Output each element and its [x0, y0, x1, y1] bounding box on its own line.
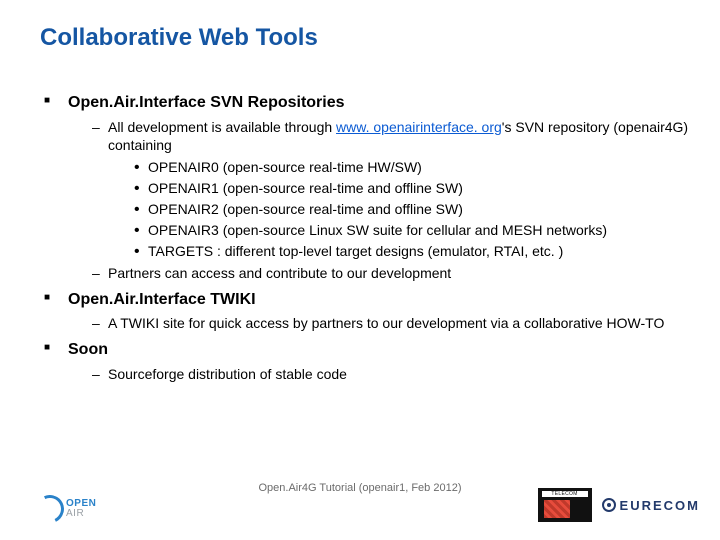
- text-prefix: All development is available through: [108, 119, 336, 135]
- openairinterface-link[interactable]: www. openairinterface. org: [336, 119, 502, 135]
- list-item: All development is available through www…: [92, 118, 692, 156]
- list-item: A TWIKI site for quick access by partner…: [92, 314, 692, 333]
- section-heading-twiki: Open.Air.Interface TWIKI: [40, 289, 692, 311]
- list-item: TARGETS : different top-level target des…: [134, 242, 692, 261]
- openair-logo: OPEN AIR: [36, 494, 118, 524]
- telecom-logo: TELECOM: [538, 488, 592, 522]
- list-item: OPENAIR3 (open-source Linux SW suite for…: [134, 221, 692, 240]
- list-item: Partners can access and contribute to ou…: [92, 264, 692, 283]
- footer-logos-right: TELECOM EURECOM: [538, 488, 700, 522]
- telecom-stripes-icon: [544, 500, 570, 518]
- eurecom-dot-icon: [602, 498, 616, 512]
- logo-text-sub: AIR: [66, 508, 84, 519]
- telecom-label: TELECOM: [542, 491, 588, 497]
- list-item: OPENAIR2 (open-source real-time and offl…: [134, 200, 692, 219]
- slide-content: Open.Air.Interface SVN Repositories All …: [40, 92, 692, 384]
- list-item: OPENAIR1 (open-source real-time and offl…: [134, 179, 692, 198]
- slide-title: Collaborative Web Tools: [40, 24, 692, 52]
- openair-arc-icon: [32, 491, 68, 527]
- openair-logo-text: OPEN AIR: [66, 499, 96, 519]
- section-heading-soon: Soon: [40, 339, 692, 361]
- eurecom-logo: EURECOM: [602, 498, 700, 513]
- eurecom-label: EURECOM: [620, 498, 700, 513]
- section-heading-svn: Open.Air.Interface SVN Repositories: [40, 92, 692, 114]
- list-item: Sourceforge distribution of stable code: [92, 365, 692, 384]
- slide-footer: Open.Air4G Tutorial (openair1, Feb 2012)…: [0, 480, 720, 526]
- slide: Collaborative Web Tools Open.Air.Interfa…: [0, 0, 720, 540]
- list-item: OPENAIR0 (open-source real-time HW/SW): [134, 158, 692, 177]
